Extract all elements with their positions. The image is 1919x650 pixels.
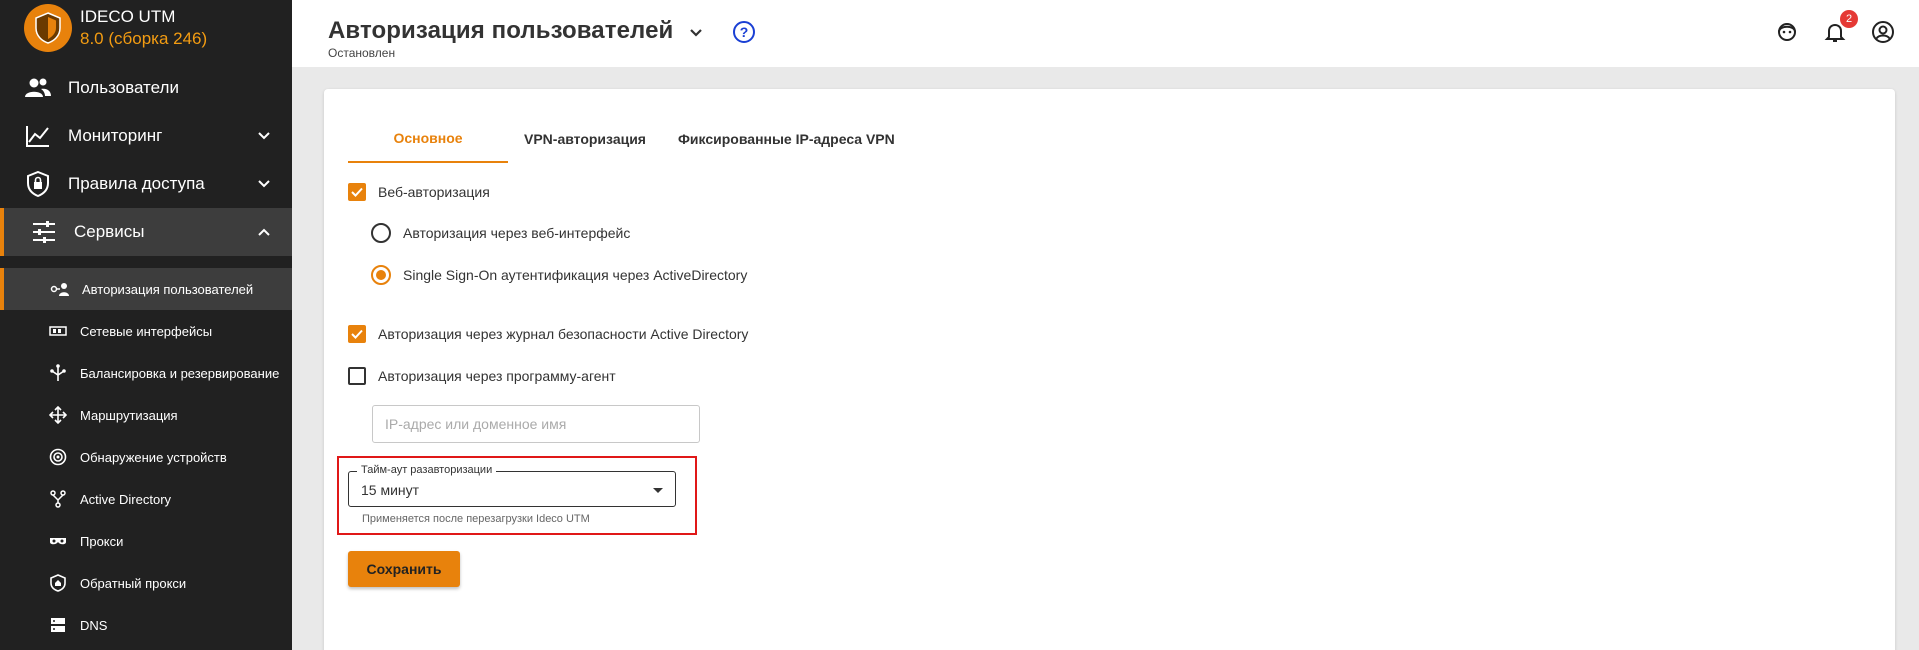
- ad-log-auth-checkbox[interactable]: [348, 325, 366, 343]
- sidebar-item-device-discovery[interactable]: Обнаружение устройств: [0, 436, 292, 478]
- radio-sso[interactable]: [371, 265, 391, 285]
- sidebar-item-dns[interactable]: DNS: [0, 604, 292, 646]
- dropdown-arrow-icon: [653, 488, 663, 493]
- sidebar-item-label: Прокси: [80, 533, 124, 549]
- nav-item-label: Правила доступа: [68, 174, 205, 193]
- tab-bar: Основное VPN-авторизация Фиксированные I…: [348, 115, 911, 163]
- sidebar-item-label: Авторизация пользователей: [82, 281, 254, 297]
- tab-fixed-vpn-ip[interactable]: Фиксированные IP-адреса VPN: [662, 115, 911, 163]
- account-icon[interactable]: [1871, 20, 1895, 44]
- sidebar-item-label: Сетевые интерфейсы: [80, 323, 213, 339]
- radar-icon: [48, 447, 68, 467]
- dns-icon: [48, 615, 68, 635]
- timeout-select[interactable]: Тайм-аут разавторизации 15 минут: [348, 464, 676, 507]
- network-card-icon: [48, 321, 68, 341]
- ideco-logo-icon: [24, 4, 72, 52]
- sidebar-item-network-interfaces[interactable]: Сетевые интерфейсы: [0, 310, 292, 352]
- sidebar-item-user-auth[interactable]: Авторизация пользователей: [0, 268, 292, 310]
- chevron-down-icon: [258, 180, 270, 188]
- support-agent-icon[interactable]: [1775, 20, 1799, 44]
- nav-item-label: Мониторинг: [68, 126, 163, 145]
- sidebar-item-active-directory[interactable]: Active Directory: [0, 478, 292, 520]
- svg-text:?: ?: [740, 24, 749, 40]
- chevron-up-icon: [258, 228, 270, 236]
- timeout-select-value: 15 минут: [361, 482, 420, 498]
- page-header: Авторизация пользователей ? Остановлен 2: [292, 0, 1919, 67]
- chart-line-icon: [24, 122, 52, 150]
- brand-name: IDECO UTM: [80, 7, 176, 26]
- notification-badge: 2: [1840, 10, 1858, 28]
- sidebar-item-routing[interactable]: Маршрутизация: [0, 394, 292, 436]
- web-auth-label: Веб-авторизация: [378, 184, 490, 200]
- brand: IDECO UTM 8.0 (сборка 246): [0, 0, 292, 56]
- agent-auth-row[interactable]: Авторизация через программу-агент: [348, 367, 616, 385]
- sidebar-item-label: Маршрутизация: [80, 407, 178, 423]
- timeout-helper-text: Применяется после перезагрузки Ideco UTM: [362, 513, 590, 525]
- sidebar: IDECO UTM 8.0 (сборка 246) Пользователи …: [0, 0, 292, 650]
- agent-auth-label: Авторизация через программу-агент: [378, 368, 616, 384]
- nav-item-label: Сервисы: [74, 222, 145, 241]
- timeout-select-label: Тайм-аут разавторизации: [357, 464, 497, 476]
- sidebar-item-label: Балансировка и резервирование: [80, 365, 280, 381]
- brand-version: 8.0 (сборка 246): [80, 29, 208, 48]
- radio-web-interface[interactable]: [371, 223, 391, 243]
- sidebar-item-proxy[interactable]: Прокси: [0, 520, 292, 562]
- help-icon[interactable]: ?: [732, 20, 756, 44]
- sidebar-item-label: Обратный прокси: [80, 575, 187, 591]
- nav-item-access-rules[interactable]: Правила доступа: [0, 160, 292, 208]
- page-title: Авторизация пользователей: [328, 17, 674, 44]
- agent-host-input[interactable]: [372, 405, 700, 443]
- tab-main[interactable]: Основное: [348, 115, 508, 163]
- ad-log-auth-row[interactable]: Авторизация через журнал безопасности Ac…: [348, 325, 748, 343]
- shield-home-icon: [48, 573, 68, 593]
- proxy-mask-icon: [48, 531, 68, 551]
- users-icon: [24, 74, 52, 102]
- nav-item-users[interactable]: Пользователи: [0, 64, 292, 112]
- balance-icon: [48, 363, 68, 383]
- user-key-icon: [50, 279, 70, 299]
- nav-item-monitoring[interactable]: Мониторинг: [0, 112, 292, 160]
- sidebar-item-label: Обнаружение устройств: [80, 449, 227, 465]
- tree-icon: [48, 489, 68, 509]
- agent-auth-checkbox[interactable]: [348, 367, 366, 385]
- settings-card: Основное VPN-авторизация Фиксированные I…: [324, 89, 1895, 650]
- save-button[interactable]: Сохранить: [348, 551, 460, 587]
- radio-sso-row[interactable]: Single Sign-On аутентификация через Acti…: [371, 265, 747, 285]
- ad-log-auth-label: Авторизация через журнал безопасности Ac…: [378, 326, 749, 342]
- nav-item-label: Пользователи: [68, 78, 179, 97]
- service-status: Остановлен: [328, 46, 396, 60]
- sidebar-item-label: DNS: [80, 617, 108, 633]
- radio-web-interface-label: Авторизация через веб-интерфейс: [403, 225, 631, 241]
- sidebar-item-balancing[interactable]: Балансировка и резервирование: [0, 352, 292, 394]
- tab-vpn-auth[interactable]: VPN-авторизация: [508, 115, 662, 163]
- sidebar-item-label: Active Directory: [80, 491, 172, 507]
- shield-lock-icon: [24, 170, 52, 198]
- sidebar-item-reverse-proxy[interactable]: Обратный прокси: [0, 562, 292, 604]
- chevron-down-icon: [258, 132, 270, 140]
- nav-item-services[interactable]: Сервисы: [0, 208, 292, 256]
- web-auth-checkbox[interactable]: [348, 183, 366, 201]
- radio-web-interface-row[interactable]: Авторизация через веб-интерфейс: [371, 223, 630, 243]
- tune-icon: [30, 218, 58, 246]
- radio-sso-label: Single Sign-On аутентификация через Acti…: [403, 267, 748, 283]
- routing-icon: [48, 405, 68, 425]
- chevron-down-icon[interactable]: [684, 20, 708, 44]
- web-auth-row[interactable]: Веб-авторизация: [348, 183, 490, 201]
